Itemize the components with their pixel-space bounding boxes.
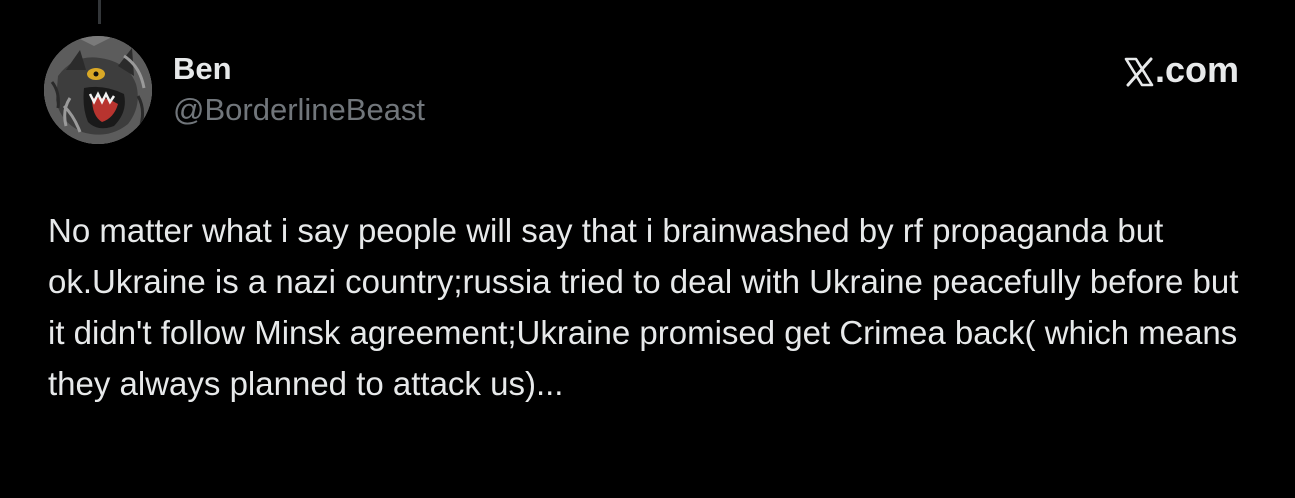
avatar[interactable] xyxy=(44,36,152,144)
thread-connector-line xyxy=(98,0,101,24)
brand-domain-label: .com xyxy=(1154,49,1239,90)
author-display-name[interactable]: Ben xyxy=(173,50,425,88)
wolf-avatar-icon xyxy=(44,36,152,144)
author-handle[interactable]: @BorderlineBeast xyxy=(173,91,425,129)
x-logo-icon xyxy=(1124,55,1154,87)
tweet-author: Ben @BorderlineBeast xyxy=(173,50,425,129)
x-com-branding: .com xyxy=(1124,50,1239,90)
tweet-text: No matter what i say people will say tha… xyxy=(48,212,1239,402)
